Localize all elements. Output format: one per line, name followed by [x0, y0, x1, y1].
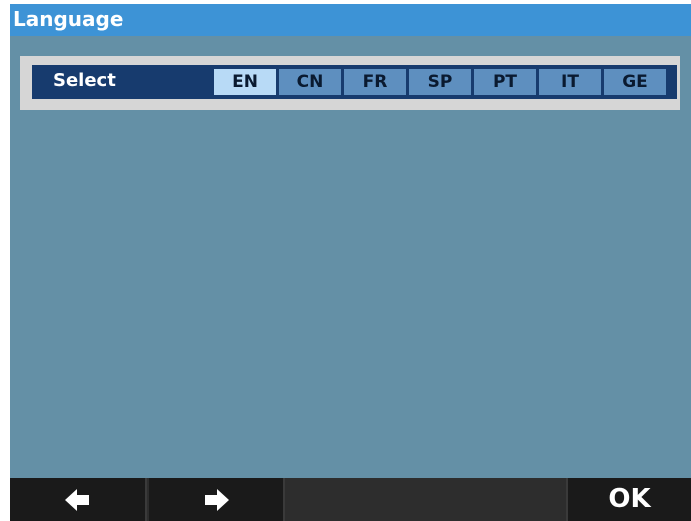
ok-button[interactable]: OK: [566, 478, 691, 521]
arrow-right-icon: [205, 488, 229, 511]
language-option-en[interactable]: EN: [214, 69, 276, 95]
language-option-it[interactable]: IT: [539, 69, 601, 95]
arrow-left-icon: [64, 488, 89, 511]
language-option-fr[interactable]: FR: [344, 69, 406, 95]
title-bar: Language: [10, 4, 691, 36]
language-option-cn[interactable]: CN: [279, 69, 341, 95]
previous-button[interactable]: [10, 478, 147, 521]
language-panel: Select EN CN FR SP PT IT GE: [20, 56, 680, 110]
empty-toolbar-slot: [287, 478, 566, 521]
language-option-ge[interactable]: GE: [604, 69, 666, 95]
language-option-pt[interactable]: PT: [474, 69, 536, 95]
select-label: Select: [53, 70, 116, 91]
language-screen: Language Select EN CN FR SP PT IT GE OK: [10, 4, 691, 521]
next-button[interactable]: [149, 478, 285, 521]
page-title: Language: [13, 7, 124, 31]
language-option-sp[interactable]: SP: [409, 69, 471, 95]
ok-label: OK: [608, 484, 651, 514]
bottom-toolbar: OK: [10, 478, 691, 521]
language-select-row: Select EN CN FR SP PT IT GE: [32, 65, 677, 99]
language-options: EN CN FR SP PT IT GE: [214, 69, 670, 95]
